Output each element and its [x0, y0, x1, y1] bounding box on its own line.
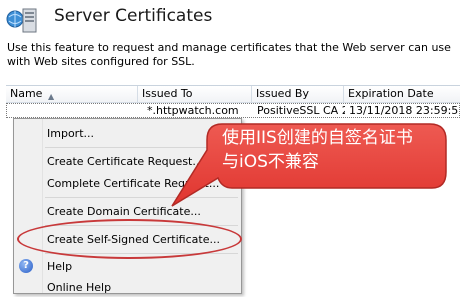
- column-header-expiration-date[interactable]: Expiration Date: [344, 86, 460, 102]
- menu-item-help[interactable]: Help: [47, 258, 72, 276]
- column-label-name: Name: [10, 87, 43, 100]
- callout-line-2: 与iOS不兼容: [222, 152, 319, 172]
- menu-item-create-certificate-request[interactable]: Create Certificate Request...: [47, 153, 203, 171]
- context-menu: Import... Create Certificate Request... …: [13, 118, 242, 294]
- page-header: Server Certificates: [0, 0, 460, 38]
- menu-item-import[interactable]: Import...: [47, 125, 94, 143]
- column-header-name[interactable]: Name ▲: [6, 86, 138, 102]
- column-header-issued-to[interactable]: Issued To: [138, 86, 252, 102]
- server-certificates-icon: [6, 8, 37, 33]
- menu-gutter: [42, 119, 43, 293]
- cell-name: [7, 104, 139, 118]
- menu-item-online-help[interactable]: Online Help: [47, 279, 111, 297]
- callout-line-1: 使用IIS创建的自签名证书: [222, 128, 413, 148]
- highlight-oval: [17, 219, 242, 259]
- feature-description: Use this feature to request and manage c…: [7, 41, 451, 68]
- cell-issued-to: *.httpwatch.com: [147, 104, 239, 117]
- page-title: Server Certificates: [54, 6, 213, 26]
- menu-item-complete-certificate-request[interactable]: Complete Certificate Request...: [47, 175, 219, 193]
- table-row[interactable]: *.httpwatch.com PositiveSSL CA 2 13/11/2…: [6, 103, 460, 118]
- cell-expiration-date: 13/11/2018 23:59:5: [349, 104, 459, 117]
- menu-separator: [45, 147, 238, 148]
- cell-issued-by: PositiveSSL CA 2: [257, 104, 345, 117]
- menu-separator: [45, 197, 238, 198]
- callout-text: 使用IIS创建的自签名证书 与iOS不兼容: [222, 126, 444, 174]
- table-header: Name ▲ Issued To Issued By Expiration Da…: [6, 86, 460, 103]
- column-header-issued-by[interactable]: Issued By: [252, 86, 344, 102]
- help-icon: ?: [19, 259, 33, 273]
- sort-ascending-icon: ▲: [48, 92, 55, 101]
